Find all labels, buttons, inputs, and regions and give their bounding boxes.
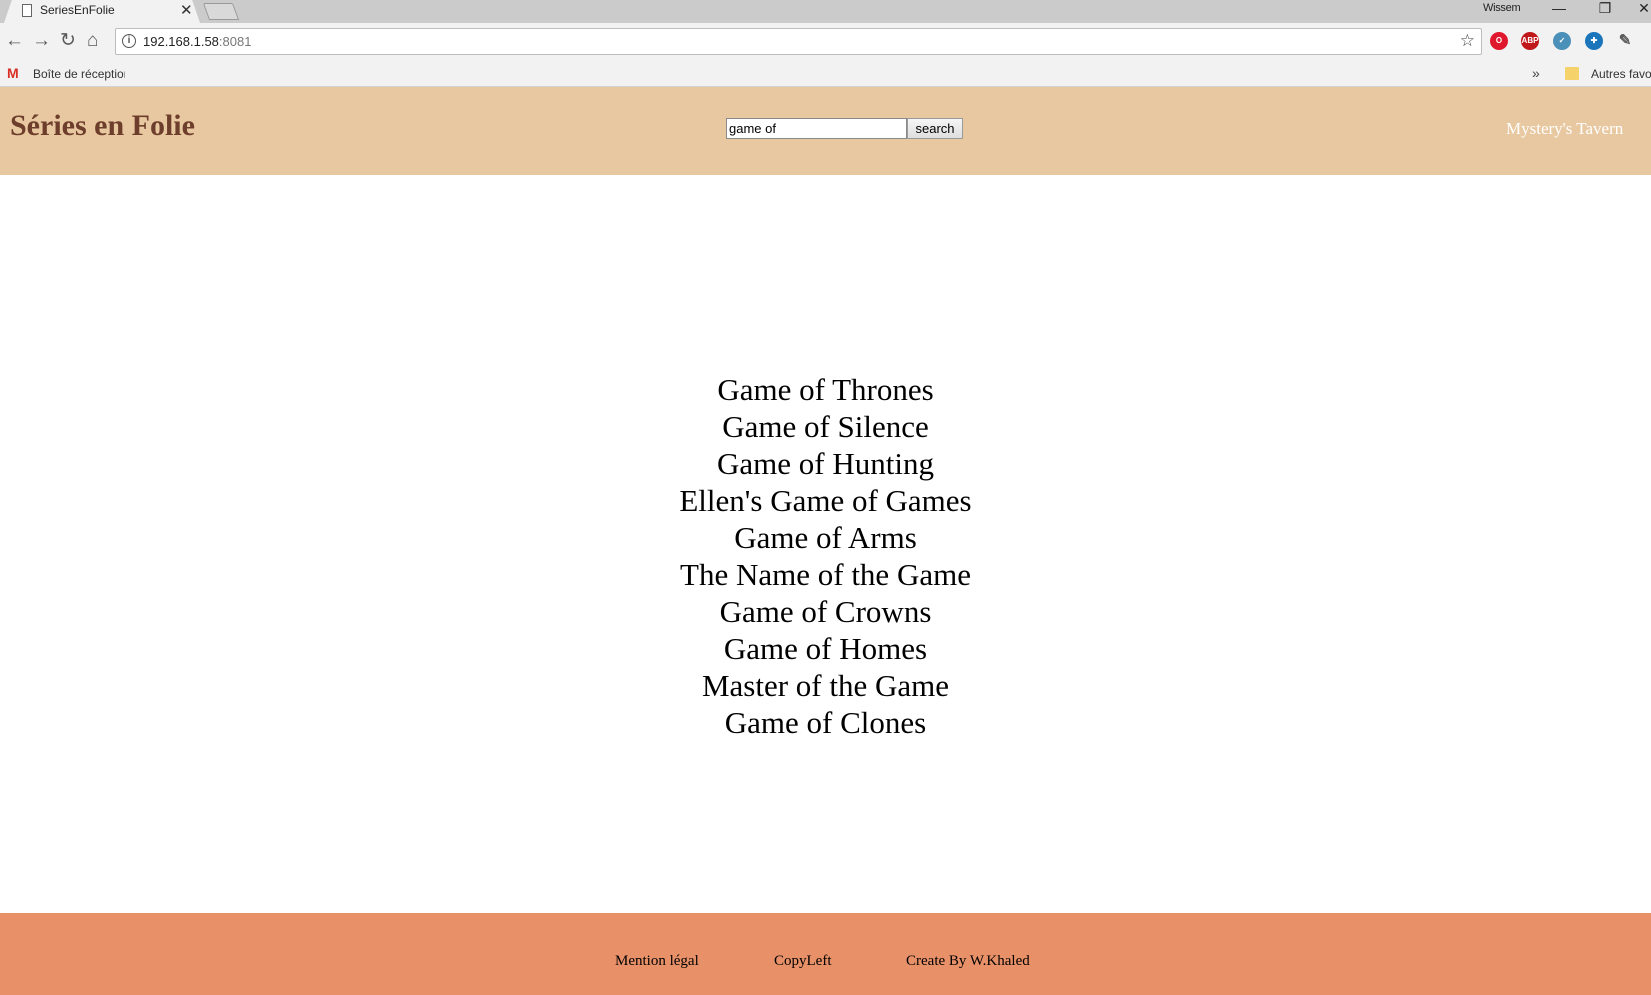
result-item[interactable]: Game of Homes [0, 630, 1651, 667]
tab-strip: SeriesEnFolie ✕ Wissem — ❐ ✕ [0, 0, 1651, 23]
bookmark-gmail[interactable]: Boîte de réception [33, 67, 125, 81]
result-item[interactable]: Game of Thrones [0, 371, 1651, 408]
site-title[interactable]: Séries en Folie [10, 109, 195, 143]
bookmark-star-icon[interactable]: ☆ [1460, 31, 1475, 51]
footer-link-copyleft[interactable]: CopyLeft [774, 953, 832, 970]
site-header: Séries en Folie search Mystery's Tavern [0, 87, 1651, 175]
site-footer: Mention légal CopyLeft Create By W.Khale… [0, 913, 1651, 995]
bookmarks-more-icon[interactable]: » [1532, 65, 1540, 81]
bookmarks-bar: M Boîte de réception » Autres favoris [0, 61, 1651, 87]
ghostery-icon[interactable]: ✚ [1585, 32, 1603, 50]
back-icon[interactable]: ← [5, 30, 24, 52]
mysterys-tavern-link[interactable]: Mystery's Tavern [1506, 119, 1623, 139]
search-button[interactable]: search [907, 118, 963, 139]
result-item[interactable]: Game of Clones [0, 704, 1651, 741]
tab-close-icon[interactable]: ✕ [180, 1, 193, 19]
opera-icon[interactable]: O [1490, 32, 1508, 50]
result-item[interactable]: The Name of the Game [0, 556, 1651, 593]
search-input[interactable] [726, 118, 907, 139]
result-item[interactable]: Game of Silence [0, 408, 1651, 445]
result-item[interactable]: Game of Arms [0, 519, 1651, 556]
result-item[interactable]: Game of Crowns [0, 593, 1651, 630]
minimize-icon[interactable]: — [1547, 0, 1571, 16]
gmail-icon: M [7, 65, 19, 81]
folder-icon [1565, 67, 1579, 80]
site-info-icon[interactable]: i [122, 34, 136, 48]
adblock-icon[interactable]: ABP [1521, 32, 1539, 50]
tab-title: SeriesEnFolie [40, 3, 115, 17]
result-item[interactable]: Master of the Game [0, 667, 1651, 704]
window-close-icon[interactable]: ✕ [1632, 0, 1651, 17]
shield-extension-icon[interactable]: ✓ [1553, 32, 1571, 50]
url-host: 192.168.1.58 [143, 34, 219, 49]
profile-badge[interactable]: Wissem [1483, 2, 1521, 14]
eyedropper-icon[interactable]: ✎ [1616, 32, 1634, 50]
bookmark-other[interactable]: Autres favoris [1591, 67, 1651, 81]
page-icon [22, 4, 32, 17]
result-item[interactable]: Game of Hunting [0, 445, 1651, 482]
restore-icon[interactable]: ❐ [1593, 0, 1617, 17]
home-icon[interactable]: ⌂ [87, 30, 98, 52]
search-results: Game of Thrones Game of Silence Game of Hu… [0, 371, 1651, 741]
reload-icon[interactable]: ↻ [60, 30, 76, 52]
address-bar[interactable]: i 192.168.1.58:8081 ☆ [115, 28, 1482, 55]
tab-serienfolie[interactable]: SeriesEnFolie ✕ [4, 0, 200, 23]
browser-toolbar: ← → ↻ ⌂ i 192.168.1.58:8081 ☆ O ABP ✓ ✚ … [0, 23, 1651, 61]
forward-icon[interactable]: → [32, 30, 51, 52]
url-port: :8081 [218, 34, 252, 49]
result-item[interactable]: Ellen's Game of Games [0, 482, 1651, 519]
footer-link-mention-legal[interactable]: Mention légal [615, 953, 699, 970]
footer-link-credit[interactable]: Create By W.Khaled [906, 953, 1030, 970]
new-tab-button[interactable] [202, 3, 240, 20]
url-text: 192.168.1.58:8081 [143, 34, 251, 49]
